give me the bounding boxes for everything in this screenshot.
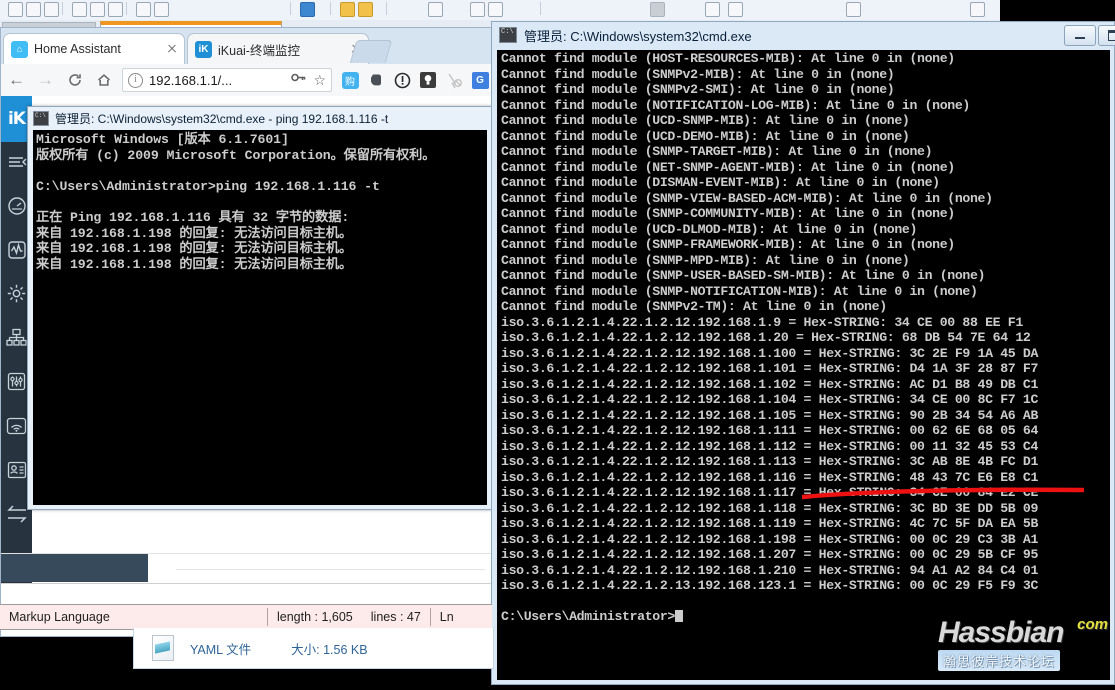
toolbar-icon[interactable] bbox=[728, 2, 743, 17]
toolbar-icon[interactable] bbox=[650, 2, 665, 17]
cmd-ping-window[interactable]: 管理员: C:\Windows\system32\cmd.exe - ping … bbox=[27, 106, 492, 510]
toolbar-icon[interactable] bbox=[488, 2, 503, 17]
toolbar-icon[interactable] bbox=[340, 2, 355, 17]
cmd-snmp-console[interactable]: Cannot find module (HOST-RESOURCES-MIB):… bbox=[497, 50, 1110, 680]
home-assistant-icon: ⌂ bbox=[11, 40, 28, 58]
evernote-icon[interactable] bbox=[363, 67, 389, 93]
file-type-label: YAML 文件 bbox=[190, 642, 252, 657]
reload-icon bbox=[68, 74, 81, 86]
back-button[interactable]: ← bbox=[3, 67, 30, 94]
toolbar-icon[interactable] bbox=[44, 2, 59, 17]
cmd-ping-console[interactable]: Microsoft Windows [版本 6.1.7601] 版权所有 (c)… bbox=[33, 130, 487, 505]
gauge-icon bbox=[7, 196, 27, 221]
cmd-snmp-titlebar[interactable]: 管理员: C:\Windows\system32\cmd.exe bbox=[492, 22, 1115, 48]
browser-toolbar: ← → i 192.168.1.1/... ☆ 购 G bbox=[1, 64, 493, 97]
watermark-tld: com bbox=[1077, 616, 1108, 633]
status-ln: Ln bbox=[439, 610, 454, 624]
close-icon[interactable] bbox=[164, 41, 180, 57]
bookmark-star-icon[interactable]: ☆ bbox=[313, 72, 326, 89]
lightbulb-icon[interactable] bbox=[415, 67, 441, 93]
toolbar-icon[interactable] bbox=[428, 2, 443, 17]
maximize-button[interactable] bbox=[1098, 25, 1115, 46]
watermark-chinese: 瀚思彼岸技术论坛 bbox=[938, 650, 1061, 671]
toolbar-icon[interactable] bbox=[705, 2, 720, 17]
cmd-snmp-title: 管理员: C:\Windows\system32\cmd.exe bbox=[524, 28, 752, 44]
status-language: Markup Language bbox=[9, 610, 110, 624]
key-icon[interactable] bbox=[291, 71, 306, 89]
toolbar-icon[interactable] bbox=[26, 2, 41, 17]
toolbar-divider bbox=[386, 2, 387, 15]
toolbar-icon[interactable] bbox=[300, 2, 315, 17]
browser-tab-ikuai[interactable]: iK iKuai-终端监控 bbox=[187, 33, 369, 64]
toolbar-icon[interactable] bbox=[470, 2, 485, 17]
reload-button[interactable] bbox=[61, 67, 88, 94]
toolbar-icon[interactable] bbox=[8, 2, 23, 17]
toolbar-icon[interactable] bbox=[136, 2, 151, 17]
hassbian-watermark: Hassbian com 瀚思彼岸技术论坛 bbox=[938, 616, 1110, 686]
google-translate-icon[interactable]: G bbox=[467, 67, 493, 93]
page-info-icon[interactable]: i bbox=[128, 72, 143, 88]
minimize-icon bbox=[1075, 37, 1085, 39]
cmd-icon bbox=[499, 27, 517, 43]
toolbar-icon[interactable] bbox=[72, 2, 87, 17]
file-size-label: 大小: 1.56 KB bbox=[291, 642, 368, 657]
arrows-icon bbox=[6, 504, 28, 529]
toolbar-divider bbox=[330, 2, 331, 15]
status-lines: lines : 47 bbox=[370, 610, 421, 624]
cursor-block-icon[interactable] bbox=[441, 67, 467, 93]
gear-icon bbox=[6, 283, 27, 309]
ikuai-icon: iK bbox=[195, 40, 212, 58]
cmd-ping-titlebar[interactable]: 管理员: C:\Windows\system32\cmd.exe - ping … bbox=[28, 107, 491, 129]
minimize-button[interactable] bbox=[1064, 25, 1096, 46]
network-icon bbox=[6, 328, 27, 352]
menu-collapse-icon bbox=[7, 154, 27, 175]
page-bottom-bar-fill bbox=[1, 554, 148, 582]
file-properties-panel: YAML 文件 大小: 1.56 KB bbox=[133, 628, 494, 669]
sliders-icon bbox=[7, 372, 26, 396]
status-length: length : 1,605 bbox=[277, 610, 353, 624]
toolbar-divider bbox=[126, 2, 127, 15]
toolbar-divider bbox=[540, 2, 541, 15]
toolbar-icon[interactable] bbox=[90, 2, 105, 17]
contacts-icon bbox=[7, 461, 27, 484]
forward-button[interactable]: → bbox=[32, 67, 59, 94]
shopping-icon[interactable]: 购 bbox=[337, 67, 363, 93]
cmd-snmp-output: Cannot find module (HOST-RESOURCES-MIB):… bbox=[501, 51, 1039, 624]
cmd-icon bbox=[33, 110, 49, 126]
browser-tabstrip: ⌂ Home Assistant iK iKuai-终端监控 bbox=[1, 28, 493, 64]
ikuai-logo-text: iK bbox=[7, 109, 26, 129]
watermark-brand: Hassbian bbox=[938, 616, 1064, 649]
toolbar-icon[interactable] bbox=[154, 2, 169, 17]
yaml-file-icon bbox=[152, 635, 174, 661]
browser-tab-title: Home Assistant bbox=[34, 42, 121, 56]
browser-tab-title: iKuai-终端监控 bbox=[218, 43, 300, 58]
toolbar-divider bbox=[290, 2, 291, 15]
toolbar-icon[interactable] bbox=[846, 2, 861, 17]
address-bar[interactable]: i 192.168.1.1/... ☆ bbox=[122, 68, 332, 92]
home-button[interactable] bbox=[90, 67, 117, 94]
background-app-toolbar bbox=[0, 0, 1000, 21]
toolbar-icon[interactable] bbox=[970, 2, 985, 17]
file-row[interactable]: YAML 文件 大小: 1.56 KB bbox=[134, 628, 493, 668]
adblock-icon[interactable] bbox=[389, 67, 415, 93]
page-bottom-divider bbox=[176, 569, 485, 570]
home-icon bbox=[97, 74, 110, 86]
toolbar-icon[interactable] bbox=[358, 2, 373, 17]
cmd-ping-title: 管理员: C:\Windows\system32\cmd.exe - ping … bbox=[55, 111, 389, 126]
maximize-icon bbox=[1108, 30, 1115, 41]
cmd-snmp-window[interactable]: 管理员: C:\Windows\system32\cmd.exe Cannot … bbox=[491, 21, 1115, 685]
browser-tab-home-assistant[interactable]: ⌂ Home Assistant bbox=[3, 33, 185, 64]
editor-status-bar: Markup Language length : 1,605 lines : 4… bbox=[0, 604, 492, 630]
address-bar-text: 192.168.1.1/... bbox=[149, 72, 233, 88]
cmd-ping-output: Microsoft Windows [版本 6.1.7601] 版权所有 (c)… bbox=[36, 132, 436, 272]
activity-icon bbox=[7, 240, 27, 265]
toolbar-divider bbox=[62, 2, 63, 15]
console-caret bbox=[674, 610, 683, 622]
wifi-icon bbox=[6, 417, 27, 440]
new-tab-button[interactable] bbox=[349, 40, 393, 63]
toolbar-icon[interactable] bbox=[108, 2, 123, 17]
